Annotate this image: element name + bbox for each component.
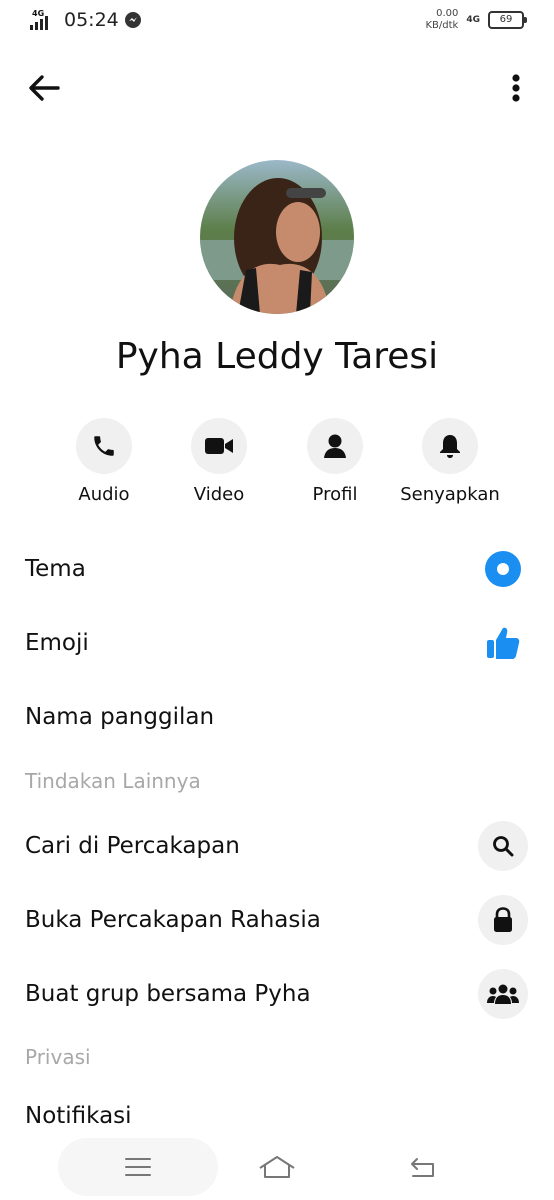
secret-conversation-row[interactable]: Buka Percakapan Rahasia bbox=[0, 891, 554, 951]
contact-name: Pyha Leddy Taresi bbox=[115, 336, 439, 377]
profile-button[interactable]: Profil bbox=[275, 418, 395, 505]
status-left: 4G 05:24 bbox=[30, 8, 141, 32]
quick-actions: Audio Video Profil Senyapkan bbox=[0, 418, 554, 518]
search-icon bbox=[478, 821, 528, 871]
group-icon bbox=[478, 969, 528, 1019]
battery-icon: 69 bbox=[488, 11, 527, 29]
more-actions-header: Tindakan Lainnya bbox=[25, 769, 201, 793]
video-camera-icon bbox=[191, 418, 247, 474]
nickname-row[interactable]: Nama panggilan bbox=[0, 688, 554, 748]
audio-call-button[interactable]: Audio bbox=[44, 418, 164, 505]
messenger-notification-icon bbox=[124, 12, 141, 28]
system-nav-bar bbox=[0, 1134, 554, 1200]
top-bar bbox=[0, 58, 554, 118]
emoji-row[interactable]: Emoji bbox=[0, 614, 554, 674]
clock: 05:24 bbox=[64, 9, 119, 31]
create-group-label: Buat grup bersama Pyha bbox=[25, 981, 311, 1007]
bell-icon bbox=[422, 418, 478, 474]
more-options-icon[interactable] bbox=[506, 68, 526, 108]
status-bar: 4G 05:24 0.00 KB/dtk 4G 69 bbox=[0, 0, 554, 44]
home-icon[interactable] bbox=[257, 1150, 297, 1184]
menu-icon[interactable] bbox=[118, 1150, 158, 1184]
nickname-label: Nama panggilan bbox=[25, 704, 215, 730]
mute-label: Senyapkan bbox=[400, 484, 500, 505]
search-conversation-row[interactable]: Cari di Percakapan bbox=[0, 817, 554, 877]
notifications-label: Notifikasi bbox=[25, 1103, 132, 1129]
video-call-button[interactable]: Video bbox=[159, 418, 279, 505]
theme-circle-icon bbox=[478, 544, 528, 594]
network-4g-icon: 4G bbox=[466, 15, 480, 25]
speed-value: 0.00 bbox=[436, 8, 459, 19]
back-arrow-icon[interactable] bbox=[24, 68, 64, 108]
theme-label: Tema bbox=[25, 556, 86, 582]
phone-icon bbox=[76, 418, 132, 474]
network-speed: 0.00 KB/dtk bbox=[425, 8, 458, 32]
signal-icon: 4G bbox=[30, 8, 56, 32]
video-label: Video bbox=[193, 484, 245, 505]
mute-button[interactable]: Senyapkan bbox=[390, 418, 510, 505]
thumbs-up-icon bbox=[478, 618, 528, 668]
emoji-label: Emoji bbox=[25, 630, 89, 656]
theme-row[interactable]: Tema bbox=[0, 540, 554, 600]
create-group-row[interactable]: Buat grup bersama Pyha bbox=[0, 965, 554, 1025]
speed-unit: KB/dtk bbox=[425, 20, 459, 31]
lock-icon bbox=[478, 895, 528, 945]
avatar[interactable] bbox=[200, 160, 354, 314]
back-nav-icon[interactable] bbox=[402, 1150, 442, 1184]
secret-conversation-label: Buka Percakapan Rahasia bbox=[25, 907, 321, 933]
profile-label: Profil bbox=[312, 484, 358, 505]
status-right: 0.00 KB/dtk 4G 69 bbox=[425, 8, 527, 32]
audio-label: Audio bbox=[78, 484, 130, 505]
search-conversation-label: Cari di Percakapan bbox=[25, 833, 240, 859]
privacy-header: Privasi bbox=[25, 1045, 91, 1069]
battery-level: 69 bbox=[499, 14, 513, 25]
person-icon bbox=[307, 418, 363, 474]
